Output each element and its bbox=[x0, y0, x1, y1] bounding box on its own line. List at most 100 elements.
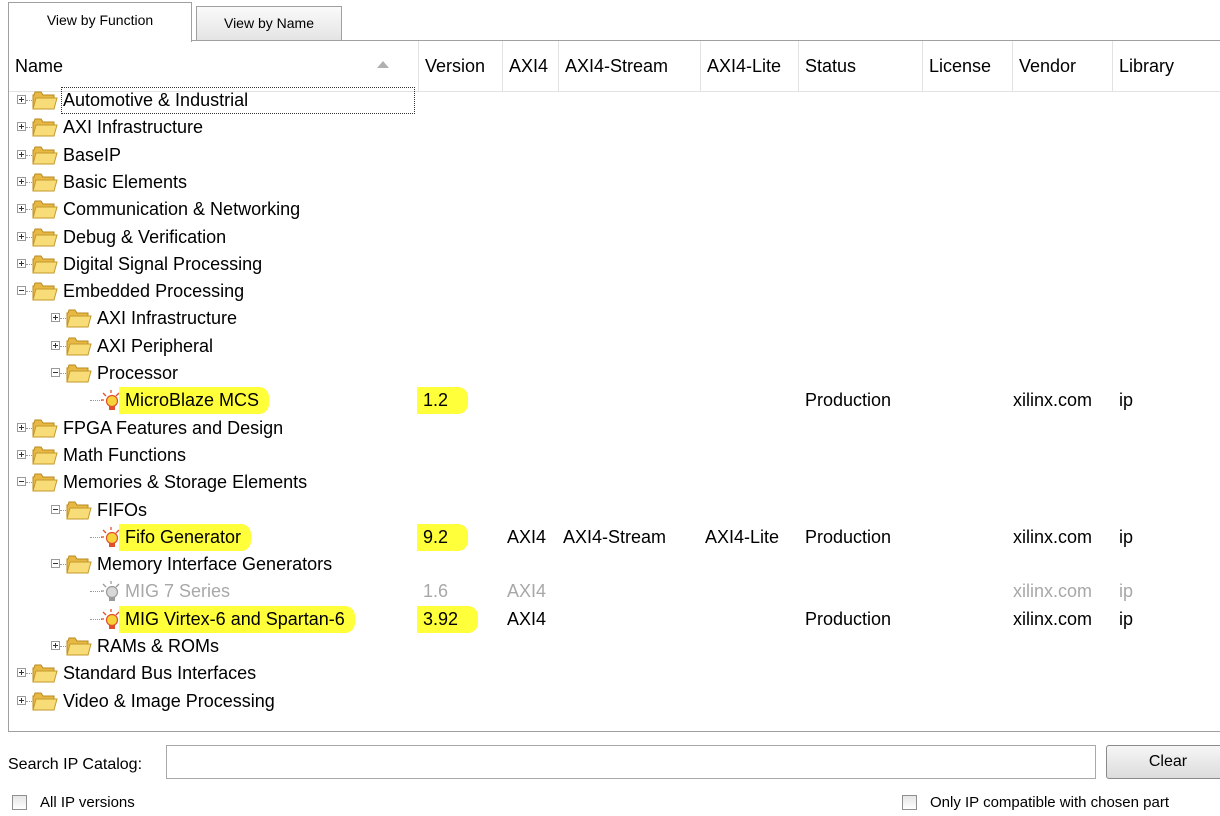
tree-folder-row[interactable]: Basic Elements bbox=[9, 169, 1220, 196]
vendor-cell: xilinx.com bbox=[1013, 608, 1093, 629]
clear-button[interactable]: Clear bbox=[1106, 745, 1220, 779]
tree-folder-row[interactable]: AXI Infrastructure bbox=[9, 305, 1220, 332]
tree-item-label: MIG 7 Series bbox=[125, 581, 231, 602]
folder-icon bbox=[66, 364, 92, 383]
column-header-name[interactable]: Name bbox=[9, 41, 419, 91]
collapse-icon[interactable] bbox=[51, 368, 60, 377]
all-ip-versions-label: All IP versions bbox=[40, 794, 135, 811]
axi4-cell: AXI4 bbox=[507, 608, 547, 629]
tree-item-label: Processor bbox=[97, 363, 179, 383]
column-header-version[interactable]: Version bbox=[419, 41, 503, 91]
expand-icon[interactable] bbox=[17, 95, 26, 104]
collapse-icon[interactable] bbox=[17, 286, 26, 296]
status-cell: Production bbox=[805, 608, 892, 629]
tree-item-label: Math Functions bbox=[63, 444, 187, 465]
folder-icon bbox=[32, 255, 58, 274]
collapse-icon[interactable] bbox=[51, 559, 60, 569]
tree-folder-row[interactable]: Standard Bus Interfaces bbox=[9, 660, 1220, 687]
folder-icon bbox=[32, 282, 58, 301]
folder-icon bbox=[32, 419, 58, 438]
tree-item-label: Communication & Networking bbox=[63, 199, 301, 220]
tree-folder-row[interactable]: Communication & Networking bbox=[9, 196, 1220, 223]
tree-folder-row[interactable]: Memory Interface Generators bbox=[9, 551, 1220, 578]
tab-view-by-name[interactable]: View by Name bbox=[196, 6, 342, 40]
expand-icon[interactable] bbox=[51, 340, 60, 350]
folder-icon bbox=[32, 200, 58, 219]
version-cell: 3.92 bbox=[417, 605, 479, 633]
expand-icon[interactable] bbox=[17, 122, 26, 132]
expand-icon[interactable] bbox=[51, 641, 60, 650]
collapse-icon[interactable] bbox=[51, 504, 60, 514]
ip-core-bulb-icon bbox=[101, 581, 121, 603]
expand-icon[interactable] bbox=[17, 422, 26, 432]
folder-icon bbox=[32, 446, 58, 465]
tree-item-label: AXI Peripheral bbox=[97, 335, 214, 356]
tree-folder-row[interactable]: FIFOs bbox=[9, 497, 1220, 524]
column-header-license[interactable]: License bbox=[923, 41, 1013, 91]
ip-core-row[interactable]: MIG Virtex-6 and Spartan-6 3.92 AXI4 Produc… bbox=[9, 605, 1220, 633]
column-header-library[interactable]: Library bbox=[1113, 41, 1220, 91]
compatible-only-label: Only IP compatible with chosen part bbox=[930, 794, 1170, 811]
sort-ascending-icon bbox=[377, 61, 389, 68]
ip-core-row[interactable]: MIG 7 Series 1.6 AXI4 xilinx.com ip bbox=[9, 578, 1220, 605]
column-header-axi4-lite[interactable]: AXI4-Lite bbox=[701, 41, 799, 91]
ip-core-row[interactable]: Fifo Generator 9.2 AXI4 AXI4-Stream AXI4-Lit… bbox=[9, 523, 1220, 551]
tree-folder-row[interactable]: FPGA Features and Design bbox=[9, 415, 1220, 442]
expand-icon[interactable] bbox=[17, 176, 26, 186]
compatible-only-checkbox[interactable] bbox=[902, 795, 917, 810]
ip-core-row[interactable]: MicroBlaze MCS 1.2 Production xilinx.com ip bbox=[9, 387, 1220, 415]
expand-icon[interactable] bbox=[17, 204, 26, 214]
tree-folder-row[interactable]: Digital Signal Processing bbox=[9, 251, 1220, 278]
expand-icon[interactable] bbox=[51, 313, 60, 323]
expand-icon[interactable] bbox=[17, 668, 26, 678]
folder-icon bbox=[66, 637, 92, 656]
column-header-axi4-stream[interactable]: AXI4-Stream bbox=[559, 41, 701, 91]
folder-icon bbox=[66, 337, 92, 356]
tree-folder-row[interactable]: Embedded Processing bbox=[9, 278, 1220, 305]
tree-folder-row[interactable]: AXI Infrastructure bbox=[9, 114, 1220, 141]
expand-icon[interactable] bbox=[17, 258, 26, 268]
expand-icon[interactable] bbox=[17, 149, 26, 159]
tree-folder-row[interactable]: Processor bbox=[9, 360, 1220, 387]
tab-view-by-function[interactable]: View by Function bbox=[8, 2, 192, 42]
axi4-cell: AXI4 bbox=[507, 581, 547, 602]
tree-folder-row[interactable]: Video & Image Processing bbox=[9, 688, 1220, 715]
ip-catalog-tree-table: Name Version AXI4 AXI4-Stream AXI4-Lite … bbox=[8, 40, 1220, 732]
vendor-cell: xilinx.com bbox=[1013, 581, 1093, 602]
ip-core-bulb-icon bbox=[101, 608, 121, 631]
tree-item-label: MIG Virtex-6 and Spartan-6 bbox=[119, 605, 355, 633]
search-input[interactable] bbox=[166, 745, 1096, 779]
column-header-name-label: Name bbox=[15, 56, 64, 76]
expand-icon[interactable] bbox=[17, 231, 26, 241]
tree-item-label: BaseIP bbox=[63, 144, 122, 165]
tree-item-label: MicroBlaze MCS bbox=[119, 387, 270, 415]
tree-folder-row[interactable]: Memories & Storage Elements bbox=[9, 469, 1220, 496]
column-header-status[interactable]: Status bbox=[799, 41, 923, 91]
column-header-vendor[interactable]: Vendor bbox=[1013, 41, 1113, 91]
table-header: Name Version AXI4 AXI4-Stream AXI4-Lite … bbox=[9, 41, 1220, 92]
all-ip-versions-checkbox[interactable] bbox=[12, 795, 27, 810]
ip-core-bulb-icon bbox=[101, 390, 121, 412]
axi4-lite-cell: AXI4-Lite bbox=[705, 526, 780, 547]
vendor-cell: xilinx.com bbox=[1013, 526, 1093, 547]
expand-icon[interactable] bbox=[17, 449, 26, 459]
column-header-axi4[interactable]: AXI4 bbox=[503, 41, 559, 91]
tree-folder-row[interactable]: Debug & Verification bbox=[9, 224, 1220, 251]
tree-folder-row[interactable]: Automotive & Industrial bbox=[9, 87, 1220, 114]
axi4-cell: AXI4 bbox=[507, 526, 547, 547]
collapse-icon[interactable] bbox=[17, 477, 26, 487]
tree-folder-row[interactable]: AXI Peripheral bbox=[9, 333, 1220, 360]
tree-item-label: AXI Infrastructure bbox=[63, 117, 204, 138]
tree-folder-row[interactable]: RAMs & ROMs bbox=[9, 633, 1220, 660]
expand-icon[interactable] bbox=[17, 695, 26, 705]
version-cell: 9.2 bbox=[417, 523, 469, 551]
tree-folder-row[interactable]: Math Functions bbox=[9, 442, 1220, 469]
tree-item-label: Basic Elements bbox=[63, 171, 188, 192]
status-cell: Production bbox=[805, 526, 892, 547]
tree-folder-row[interactable]: BaseIP bbox=[9, 142, 1220, 169]
tree-item-label: Memories & Storage Elements bbox=[63, 472, 308, 493]
folder-icon bbox=[32, 228, 58, 247]
vendor-cell: xilinx.com bbox=[1013, 390, 1093, 411]
library-cell: ip bbox=[1119, 581, 1134, 602]
tree-item-label: Debug & Verification bbox=[63, 226, 227, 247]
